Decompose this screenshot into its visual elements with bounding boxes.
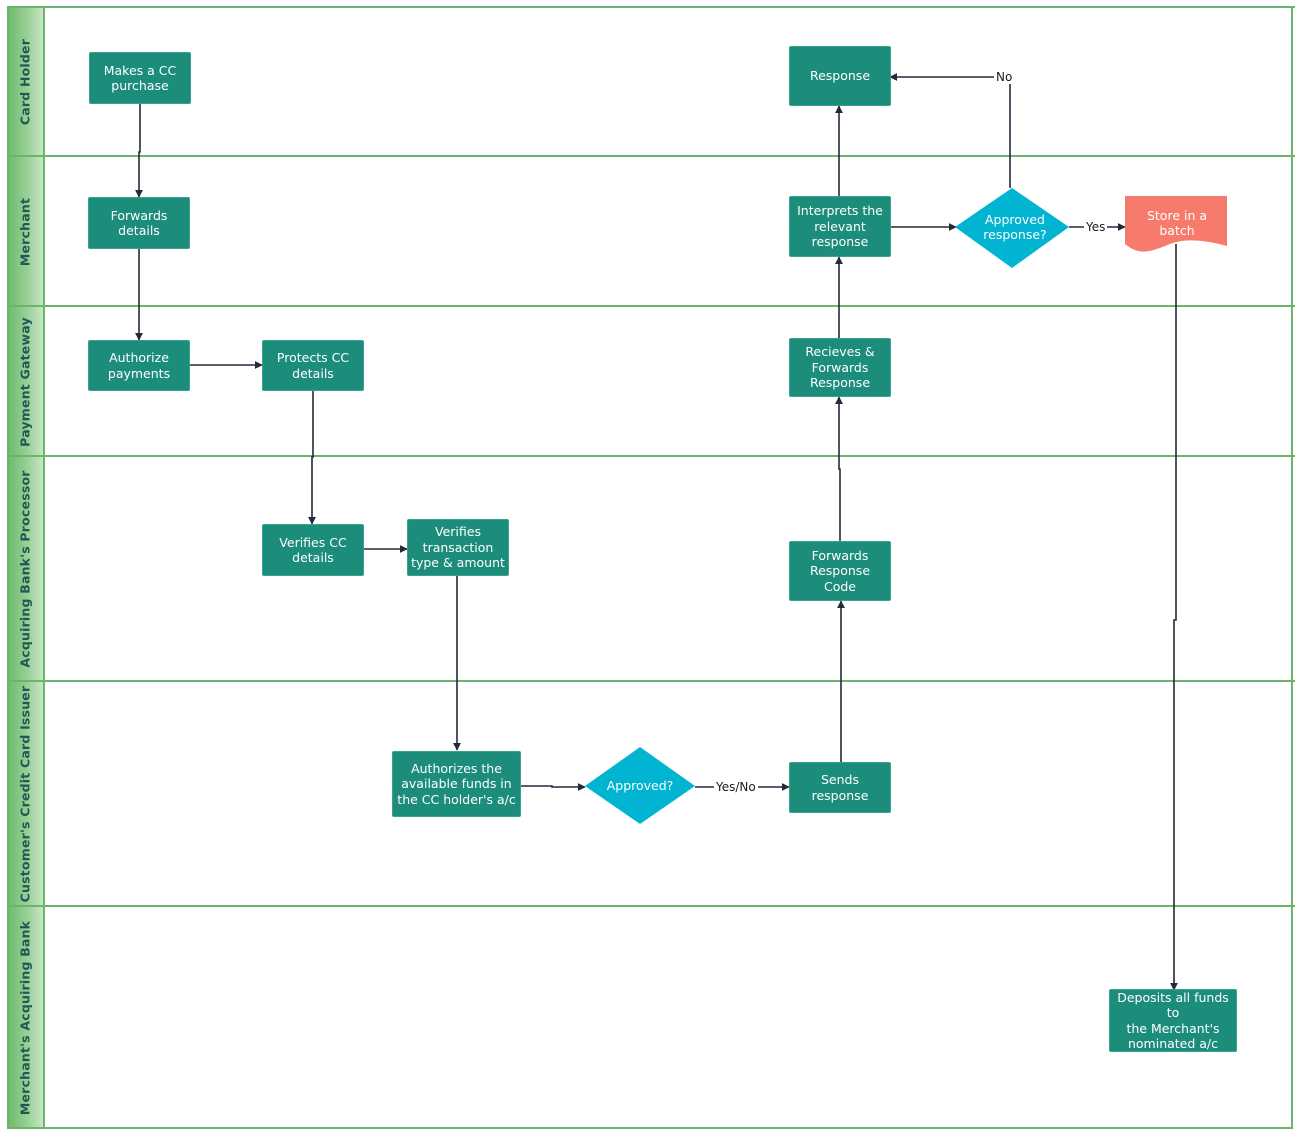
edge-purchase-to-forwards [135,104,143,198]
node-receives-forwards[interactable]: Recieves & Forwards Response [789,338,891,397]
edge-authorizes-to-approved [521,783,586,791]
node-protects-cc[interactable]: Protects CC details [262,340,364,391]
node-interprets-response[interactable]: Interprets the relevant response [789,196,891,257]
connectors-layer [135,73,1227,991]
node-approved-response[interactable]: Approved response? [970,205,1060,249]
node-makes-purchase[interactable]: Makes a CC purchase [89,52,191,104]
swimlane-diagram: Card Holder Merchant Payment Gateway Acq… [0,0,1300,1135]
node-forwards-details[interactable]: Forwards details [88,197,190,249]
node-approved[interactable]: Approved? [595,770,685,802]
edge-protects-to-verifies-cc [308,391,316,525]
edge-forwards-code-to-receives [835,396,843,541]
node-response[interactable]: Response [789,46,891,106]
edge-store-to-deposits [1170,244,1178,991]
node-forwards-response-code[interactable]: Forwards Response Code [789,541,891,601]
node-deposits-funds[interactable]: Deposits all funds to the Merchant's nom… [1109,989,1237,1052]
node-verifies-cc[interactable]: Verifies CC details [262,524,364,576]
edge-approved-response-to-response [889,73,1011,188]
node-authorize-payments[interactable]: Authorize payments [88,340,190,391]
node-sends-response[interactable]: Sends response [789,762,891,813]
node-authorizes-funds[interactable]: Authorizes the available funds in the CC… [392,751,521,817]
node-store-batch[interactable]: Store in a batch [1128,203,1226,243]
edge-label-no: No [994,70,1015,84]
edge-label-yes: Yes [1084,220,1108,234]
edge-label-yes-no: Yes/No [714,780,758,794]
node-verifies-transaction[interactable]: Verifies transaction type & amount [407,519,509,576]
